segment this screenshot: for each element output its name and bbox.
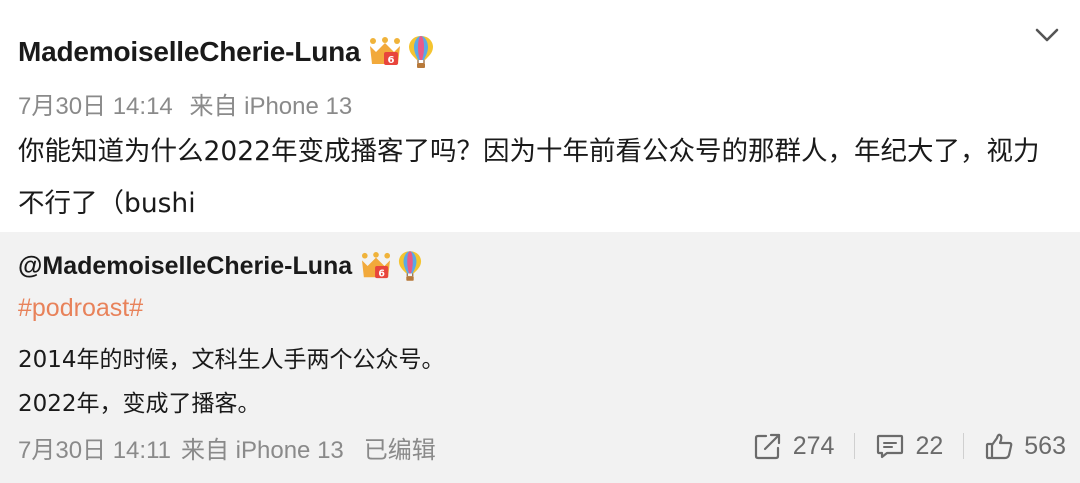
hot-air-balloon-icon[interactable]	[398, 250, 422, 282]
repost-meta: 7月30日 14:11 来自 iPhone 13 已编辑	[18, 430, 436, 465]
crown-badge-icon[interactable]: 6	[368, 37, 402, 67]
like-button[interactable]: 563	[984, 431, 1066, 461]
repost-username[interactable]: @MademoiselleCherie-Luna	[18, 252, 352, 281]
crown-badge-icon[interactable]: 6	[360, 252, 392, 280]
svg-text:6: 6	[388, 55, 395, 66]
topic-link[interactable]: #podroast#	[18, 294, 143, 323]
weibo-post: MademoiselleCherie-Luna 6 7月30日 14:14 来自…	[0, 0, 1080, 483]
action-bar: 274 22 563	[753, 428, 1066, 464]
repost-source: 来自 iPhone 13	[181, 437, 344, 464]
comment-count: 22	[915, 431, 944, 460]
chevron-down-icon[interactable]	[1030, 18, 1064, 52]
hot-air-balloon-icon[interactable]	[408, 35, 434, 69]
edited-label[interactable]: 已编辑	[364, 430, 436, 465]
post-meta: 7月30日 14:14 来自 iPhone 13	[18, 86, 352, 121]
action-divider	[963, 433, 965, 459]
thumbs-up-icon	[986, 433, 1013, 460]
svg-text:6: 6	[379, 268, 386, 279]
comment-button[interactable]: 22	[875, 431, 943, 461]
repost-text-line: 2014年的时候，文科生人手两个公众号。	[18, 347, 445, 373]
share-icon	[754, 433, 780, 460]
repost-timestamp: 7月30日 14:11	[18, 437, 171, 464]
action-divider	[854, 433, 856, 459]
user-badges: 6	[368, 35, 434, 69]
repost-card[interactable]: @MademoiselleCherie-Luna 6 #podroast# 20…	[0, 232, 1080, 483]
post-source: 来自 iPhone 13	[189, 93, 353, 120]
post-timestamp: 7月30日 14:14	[18, 93, 173, 120]
share-button[interactable]: 274	[753, 431, 835, 461]
share-count: 274	[792, 431, 835, 460]
like-count: 563	[1024, 431, 1066, 460]
comment-icon	[877, 434, 904, 459]
post-username[interactable]: MademoiselleCherie-Luna	[18, 36, 361, 68]
repost-user-badges: 6	[360, 250, 422, 282]
repost-text-line: 2022年，变成了播客。	[18, 391, 261, 417]
post-content: 你能知道为什么2022年变成播客了吗？因为十年前看公众号的那群人，年纪大了，视力…	[18, 136, 1040, 219]
post-header: MademoiselleCherie-Luna 6	[18, 30, 434, 74]
repost-header: @MademoiselleCherie-Luna 6	[18, 246, 422, 286]
